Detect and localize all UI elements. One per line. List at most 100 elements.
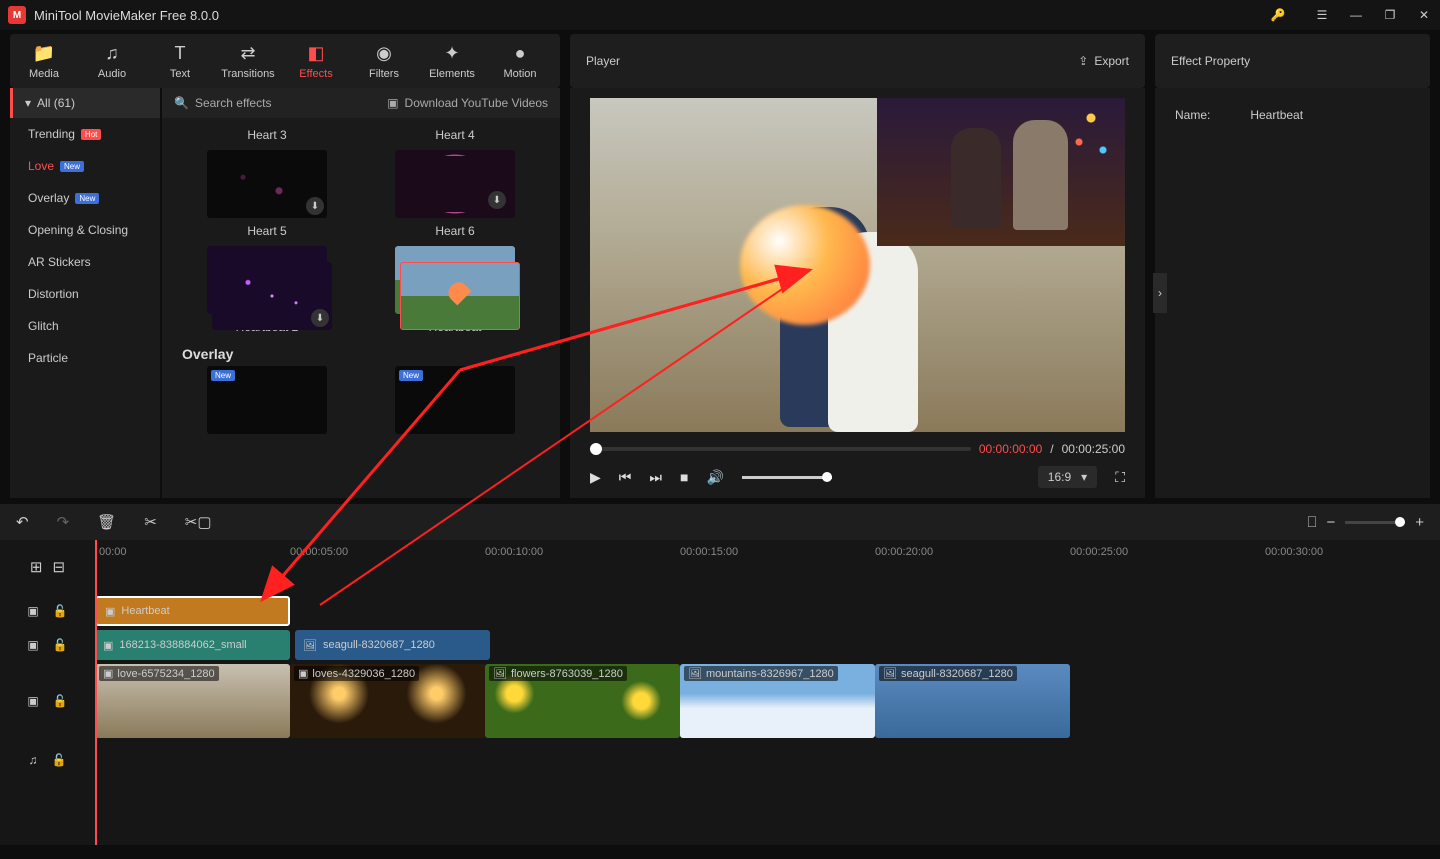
effect-overlay-1[interactable]: New	[182, 366, 352, 434]
collapse-tracks-icon[interactable]: ⊟	[53, 558, 66, 576]
tab-filters[interactable]: ◉Filters	[350, 34, 418, 88]
delete-button[interactable]: 🗑	[97, 513, 116, 531]
time-ruler[interactable]: 00:00 00:00:05:00 00:00:10:00 00:00:15:0…	[95, 540, 1440, 594]
audio-track[interactable]	[95, 740, 1440, 780]
tab-audio[interactable]: ♫Audio	[78, 34, 146, 88]
download-icon[interactable]: ⬇	[306, 197, 324, 215]
playhead[interactable]	[95, 540, 97, 845]
new-badge: New	[399, 370, 423, 381]
close-icon[interactable]: ✕	[1416, 7, 1432, 23]
new-badge: New	[211, 370, 235, 381]
download-icon[interactable]: ⬇	[488, 191, 506, 209]
category-opening-closing[interactable]: Opening & Closing	[10, 214, 160, 246]
tab-elements[interactable]: ✦Elements	[418, 34, 486, 88]
video-clip-3[interactable]: 🖼flowers-8763039_1280	[485, 664, 680, 738]
effect-track-header: ▣🔓	[0, 594, 95, 628]
transitions-icon: ⇄	[240, 43, 255, 64]
lock-icon[interactable]: 🔓	[53, 694, 68, 708]
minimize-icon[interactable]: —	[1348, 7, 1364, 23]
preview-viewport[interactable]	[590, 98, 1125, 432]
undo-button[interactable]: ↶	[16, 513, 29, 531]
tab-effects[interactable]: ◧Effects	[282, 34, 350, 88]
video-track-icon: ▣	[27, 694, 38, 708]
main-tabs: 📁Media ♫Audio TText ⇄Transitions ◧Effect…	[10, 34, 560, 88]
effect-heartbeat-thumb[interactable]	[400, 262, 520, 330]
overlay-track-icon: ▣	[27, 638, 38, 652]
export-button[interactable]: ⇪ Export	[1078, 54, 1129, 68]
prev-button[interactable]: ⏮	[619, 469, 632, 486]
effect-track-icon: ▣	[27, 604, 38, 618]
menu-icon[interactable]: ☰	[1314, 7, 1330, 23]
category-sidebar: ▾All (61) TrendingHot LoveNew OverlayNew…	[10, 88, 160, 498]
aspect-ratio-select[interactable]: 16:9▾	[1038, 466, 1097, 488]
chevron-right-icon: ›	[1158, 286, 1162, 300]
panel-expand-handle[interactable]: ›	[1153, 273, 1167, 313]
category-trending[interactable]: TrendingHot	[10, 118, 160, 150]
category-all[interactable]: ▾All (61)	[10, 88, 160, 118]
video-icon: ▣	[103, 667, 113, 680]
effect-overlay-2[interactable]: New	[370, 366, 540, 434]
tab-transitions[interactable]: ⇄Transitions	[214, 34, 282, 88]
image-icon: 🖼	[303, 639, 317, 652]
lock-icon[interactable]: 🔓	[52, 753, 67, 767]
tab-motion[interactable]: ●Motion	[486, 34, 554, 88]
category-glitch[interactable]: Glitch	[10, 310, 160, 342]
category-ar-stickers[interactable]: AR Stickers	[10, 246, 160, 278]
time-current: 00:00:00:00	[979, 442, 1042, 456]
download-yt-link[interactable]: ▣Download YouTube Videos	[387, 96, 548, 110]
player-label: Player	[586, 54, 620, 68]
overlay-clip-1[interactable]: ▣168213-838884062_small	[95, 630, 290, 660]
category-particle[interactable]: Particle	[10, 342, 160, 374]
lock-icon[interactable]: 🔓	[53, 604, 68, 618]
crop-button[interactable]: ✂▢	[185, 513, 212, 531]
volume-handle[interactable]	[822, 472, 832, 482]
search-input[interactable]: 🔍Search effects	[174, 96, 271, 110]
zoom-slider[interactable]	[1345, 521, 1405, 524]
volume-icon[interactable]: 🔊	[706, 469, 723, 486]
zoom-in-button[interactable]: +	[1415, 514, 1424, 531]
key-icon[interactable]: 🔑	[1270, 7, 1286, 23]
app-title: MiniTool MovieMaker Free 8.0.0	[34, 8, 1270, 23]
fit-zoom-icon[interactable]: ⎕	[1307, 514, 1316, 531]
redo-button[interactable]: ↷	[57, 513, 70, 531]
elements-icon: ✦	[444, 43, 459, 64]
scrub-handle[interactable]	[590, 443, 602, 455]
property-header: Effect Property	[1155, 34, 1430, 88]
volume-slider[interactable]	[742, 476, 832, 479]
play-button[interactable]: ▶	[590, 469, 601, 486]
stop-button[interactable]: ■	[680, 469, 688, 485]
split-button[interactable]: ✂	[144, 513, 157, 531]
category-distortion[interactable]: Distortion	[10, 278, 160, 310]
category-love[interactable]: LoveNew	[10, 150, 160, 182]
video-clip-5[interactable]: 🖼seagull-8320687_1280	[875, 664, 1070, 738]
download-icon[interactable]: ⬇	[311, 309, 329, 327]
player-header: Player ⇪ Export	[570, 34, 1145, 88]
effect-heart4[interactable]: Heart 4⬇	[370, 122, 540, 218]
effect-heart3[interactable]: Heart 3⬇	[182, 122, 352, 218]
motion-icon: ●	[515, 43, 526, 64]
category-overlay[interactable]: OverlayNew	[10, 182, 160, 214]
effect-heartbeat2-thumb[interactable]: ⬇	[212, 262, 332, 330]
ruler-mark: 00:00:10:00	[485, 546, 543, 558]
maximize-icon[interactable]: ❐	[1382, 7, 1398, 23]
video-clip-1[interactable]: ▣love-6575234_1280	[95, 664, 290, 738]
effect-clip[interactable]: ▣Heartbeat	[95, 596, 290, 626]
fullscreen-button[interactable]: ⛶	[1115, 469, 1125, 486]
scrub-bar[interactable]	[590, 447, 971, 451]
zoom-out-button[interactable]: −	[1326, 514, 1335, 531]
overlay-clip-2[interactable]: 🖼seagull-8320687_1280	[295, 630, 490, 660]
video-clip-2[interactable]: ▣loves-4329036_1280	[290, 664, 485, 738]
music-icon: ♫	[105, 43, 119, 64]
audio-track-header: ♫🔓	[0, 740, 95, 780]
new-badge: New	[75, 193, 99, 204]
tab-media[interactable]: 📁Media	[10, 34, 78, 88]
ruler-mark: 00:00:20:00	[875, 546, 933, 558]
video-clip-4[interactable]: 🖼mountains-8326967_1280	[680, 664, 875, 738]
audio-track-icon: ♫	[29, 753, 38, 767]
clip-icon: ▣	[103, 639, 113, 652]
lock-icon[interactable]: 🔓	[53, 638, 68, 652]
tab-text[interactable]: TText	[146, 34, 214, 88]
add-track-icon[interactable]: ⊞	[30, 558, 43, 576]
zoom-handle[interactable]	[1395, 517, 1405, 527]
next-button[interactable]: ⏭	[649, 469, 662, 486]
